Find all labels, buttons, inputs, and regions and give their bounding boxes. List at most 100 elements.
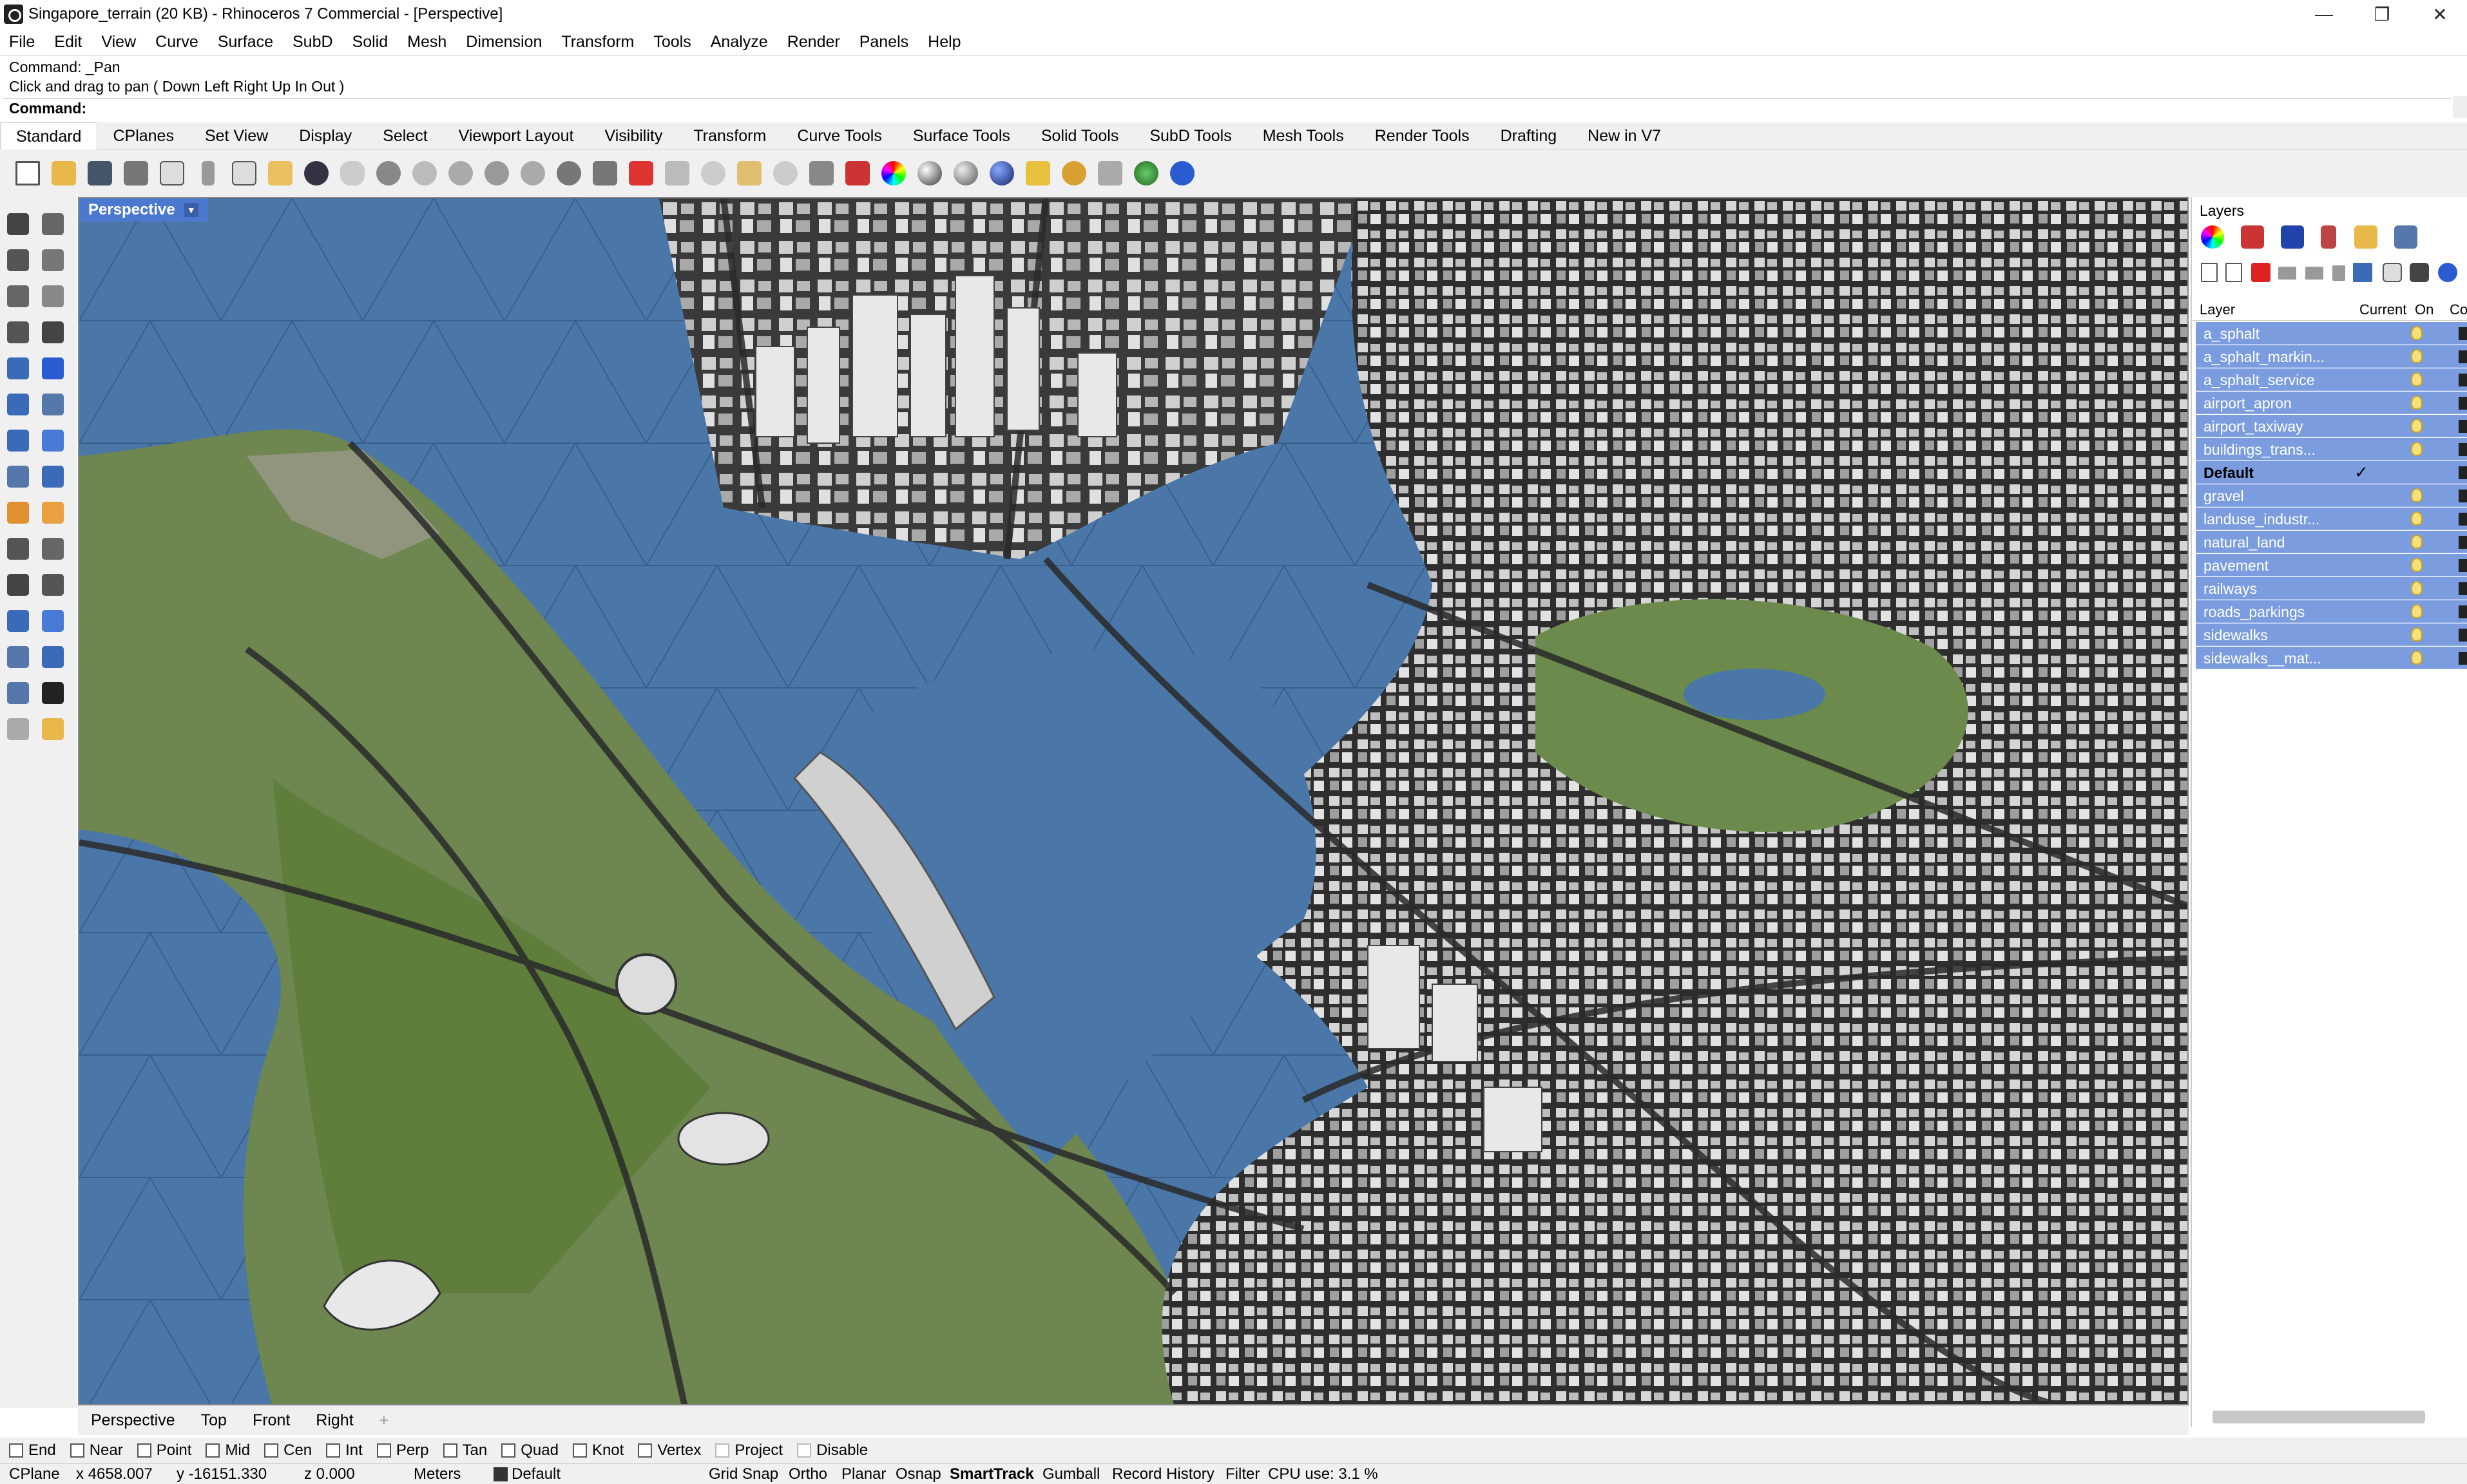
menu-subd[interactable]: SubD	[293, 33, 333, 52]
layer-color-swatch[interactable]	[2459, 466, 2467, 479]
move-down-icon[interactable]	[2305, 267, 2323, 280]
tab-mesh-tools[interactable]: Mesh Tools	[1247, 122, 1359, 149]
viewport-menu-dropdown-icon[interactable]: ▼	[184, 203, 198, 217]
layer-color-swatch[interactable]	[2459, 582, 2467, 595]
layers-horizontal-scrollbar[interactable]	[2213, 1411, 2425, 1423]
new-layer-icon[interactable]	[2201, 263, 2218, 282]
layer-color-swatch[interactable]	[2459, 420, 2467, 433]
light-bulb-icon[interactable]	[2411, 535, 2423, 549]
layer-color-swatch[interactable]	[2459, 652, 2467, 665]
light-bulb-icon[interactable]	[769, 157, 802, 189]
car-icon[interactable]	[625, 157, 657, 189]
export-icon[interactable]	[156, 157, 188, 189]
named-views-tab-icon[interactable]	[2394, 225, 2417, 249]
dimension-icon[interactable]	[1094, 157, 1126, 189]
menu-edit[interactable]: Edit	[54, 33, 82, 52]
layer-row[interactable]: landuse_industr...	[2196, 508, 2467, 530]
globe-icon[interactable]	[1130, 157, 1162, 189]
select-arrow-tool-icon[interactable]	[4, 210, 32, 238]
tab-curve-tools[interactable]: Curve Tools	[782, 122, 898, 149]
help-icon[interactable]	[2438, 263, 2457, 282]
viewport-tab-perspective[interactable]: Perspective	[91, 1411, 175, 1430]
cut-icon[interactable]	[192, 157, 224, 189]
materials-tab-icon[interactable]	[2321, 225, 2336, 249]
zoom-window-icon[interactable]	[445, 157, 477, 189]
status-filter[interactable]: Filter	[1225, 1465, 1260, 1483]
tab-solid-tools[interactable]: Solid Tools	[1026, 122, 1134, 149]
layer-row[interactable]: buildings_trans...	[2196, 438, 2467, 461]
osnap-int[interactable]: Int	[326, 1441, 363, 1460]
command-input[interactable]: Command:	[3, 99, 2451, 118]
render-sphere-icon[interactable]	[986, 157, 1018, 189]
layer-row[interactable]: a_sphalt_service	[2196, 368, 2467, 391]
sphere-tool-icon[interactable]	[39, 426, 67, 455]
box-tool-icon[interactable]	[4, 426, 32, 455]
light-bulb-icon[interactable]	[2411, 419, 2423, 433]
menu-file[interactable]: File	[9, 33, 35, 52]
layer-color-swatch[interactable]	[2459, 490, 2467, 502]
layer-row[interactable]: roads_parkings	[2196, 600, 2467, 623]
menu-view[interactable]: View	[101, 33, 136, 52]
tab-select[interactable]: Select	[367, 122, 443, 149]
tools-icon[interactable]	[2410, 263, 2429, 282]
tab-new-in-v7[interactable]: New in V7	[1572, 122, 1676, 149]
tab-standard[interactable]: Standard	[0, 122, 98, 149]
osnap-disable[interactable]: Disable	[797, 1441, 868, 1460]
zoom-icon[interactable]	[408, 157, 441, 189]
status-record-history[interactable]: Record History	[1112, 1465, 1214, 1483]
material-sphere-icon[interactable]	[914, 157, 946, 189]
osnap-cen[interactable]: Cen	[264, 1441, 312, 1460]
layer-color-swatch[interactable]	[2459, 327, 2467, 340]
new-file-icon[interactable]	[12, 157, 44, 189]
column-current[interactable]: Current	[2359, 301, 2406, 318]
tab-surface-tools[interactable]: Surface Tools	[898, 122, 1026, 149]
status-grid-snap[interactable]: Grid Snap	[709, 1465, 778, 1483]
copy-icon[interactable]	[228, 157, 260, 189]
light-bulb-icon[interactable]	[2411, 627, 2423, 642]
new-sublayer-icon[interactable]	[2225, 263, 2242, 282]
point-osnap-icon[interactable]	[697, 157, 729, 189]
offset-tool-icon[interactable]	[39, 571, 67, 599]
ellipse-tool-icon[interactable]	[39, 282, 67, 310]
osnap-near[interactable]: Near	[70, 1441, 123, 1460]
move-up-icon[interactable]	[2278, 267, 2296, 280]
menu-dimension[interactable]: Dimension	[466, 33, 542, 52]
layer-row[interactable]: sidewalks__mat...	[2196, 647, 2467, 669]
osnap-point[interactable]: Point	[137, 1441, 191, 1460]
layer-row-current[interactable]: Default ✓	[2196, 461, 2467, 484]
light-bulb-icon[interactable]	[2411, 581, 2423, 595]
layer-color-swatch[interactable]	[2459, 350, 2467, 363]
layer-color-swatch[interactable]	[2459, 513, 2467, 526]
layers-tab-icon[interactable]	[2241, 225, 2264, 249]
column-layer[interactable]: Layer	[2200, 301, 2235, 318]
spotlight-icon[interactable]	[1022, 157, 1054, 189]
osnap-tan[interactable]: Tan	[443, 1441, 487, 1460]
column-color[interactable]: Co	[2450, 301, 2467, 318]
rectangle-tool-icon[interactable]	[4, 318, 32, 347]
status-planar[interactable]: Planar	[841, 1465, 886, 1483]
scale-tool-icon[interactable]	[39, 643, 67, 671]
open-folder-icon[interactable]	[48, 157, 80, 189]
status-osnap[interactable]: Osnap	[896, 1465, 941, 1483]
layer-row[interactable]: natural_land	[2196, 531, 2467, 553]
layer-row[interactable]: a_sphalt_markin...	[2196, 345, 2467, 368]
select-points-icon[interactable]	[733, 157, 765, 189]
light-bulb-icon[interactable]	[2411, 372, 2423, 386]
close-button[interactable]: ✕	[2411, 0, 2467, 28]
polygon-tool-icon[interactable]	[4, 354, 32, 383]
layer-row[interactable]: a_sphalt	[2196, 322, 2467, 345]
render-tab-icon[interactable]	[2281, 225, 2304, 249]
layer-color-swatch[interactable]	[2459, 605, 2467, 618]
boolean-tool-icon[interactable]	[39, 499, 67, 527]
menu-tools[interactable]: Tools	[653, 33, 691, 52]
light-bulb-icon[interactable]	[2411, 604, 2423, 618]
array-tool-icon[interactable]	[4, 643, 32, 671]
osnap-mid[interactable]: Mid	[206, 1441, 250, 1460]
delete-layer-icon[interactable]	[2251, 263, 2270, 282]
tab-display[interactable]: Display	[283, 122, 367, 149]
polyline-tool-icon[interactable]	[4, 246, 32, 274]
surface-corner-tool-icon[interactable]	[4, 390, 32, 419]
color-wheel-icon[interactable]	[878, 157, 910, 189]
help-icon[interactable]	[1166, 157, 1198, 189]
layer-color-swatch[interactable]	[2459, 629, 2467, 642]
